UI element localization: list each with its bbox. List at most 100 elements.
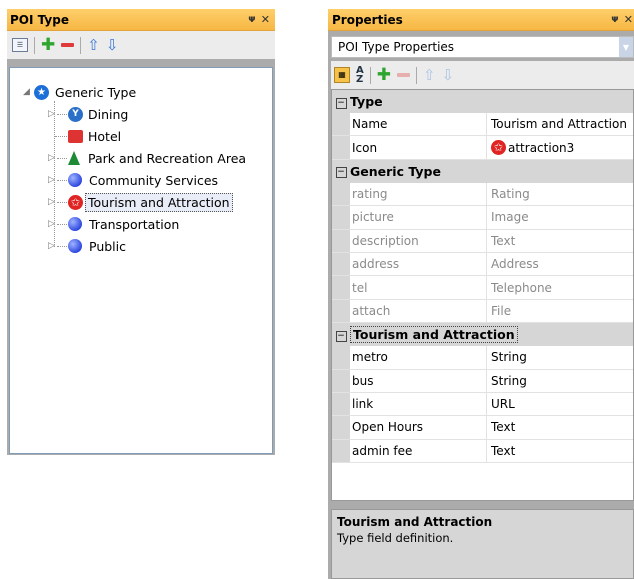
collapse-icon[interactable]: − — [332, 328, 350, 342]
description-text: Type field definition. — [337, 531, 454, 545]
tree-node-transportation[interactable]: Transportation — [68, 214, 181, 234]
expand-arrow-icon[interactable]: ▷ — [48, 109, 55, 119]
property-value[interactable]: URL — [487, 393, 633, 415]
tree-guide-line — [57, 114, 67, 115]
tree-node-tourism[interactable]: ✩ Tourism and Attraction — [68, 192, 233, 212]
tree-node-label: Generic Type — [55, 84, 137, 100]
poi-type-title: POI Type — [10, 12, 69, 27]
property-value-icon[interactable]: ✩ attraction3 — [487, 136, 633, 158]
category-title: Generic Type — [350, 163, 441, 179]
property-row[interactable]: Icon ✩ attraction3 — [332, 136, 633, 160]
property-row[interactable]: description Text — [332, 229, 633, 253]
description-pane: Tourism and Attraction Type field defini… — [331, 509, 634, 579]
pin-icon[interactable]: ᴪ — [248, 14, 256, 25]
tree-guide-line — [55, 136, 67, 137]
tree-guide-line — [57, 246, 67, 247]
sort-alphabetical-icon[interactable]: AZ — [356, 66, 364, 85]
category-type[interactable]: − Type — [332, 90, 633, 113]
property-value[interactable]: Tourism and Attraction — [487, 113, 633, 135]
object-selector-dropdown[interactable]: POI Type Properties ▼ — [331, 36, 634, 58]
property-value[interactable]: Text — [487, 230, 633, 252]
property-row[interactable]: address Address — [332, 252, 633, 277]
tree-node-hotel[interactable]: Hotel — [68, 126, 123, 146]
property-value[interactable]: Rating — [487, 183, 633, 205]
toolbar-separator — [34, 36, 35, 54]
property-row[interactable]: link URL — [332, 392, 633, 417]
property-value[interactable]: Text — [487, 440, 633, 462]
tree-node-park[interactable]: Park and Recreation Area — [68, 148, 248, 168]
property-row[interactable]: bus String — [332, 369, 633, 393]
property-row[interactable]: rating Rating — [332, 182, 633, 207]
close-icon[interactable]: ✕ — [624, 13, 633, 26]
categorized-view-icon[interactable]: ▦ — [334, 67, 350, 83]
properties-title: Properties — [332, 12, 403, 27]
property-value[interactable]: String — [487, 346, 633, 368]
collapse-icon[interactable]: − — [332, 95, 350, 109]
remove-icon[interactable] — [397, 73, 410, 77]
tree-guide-line — [57, 224, 67, 225]
hotel-icon — [68, 129, 83, 143]
blue-star-icon: ★ — [34, 84, 49, 100]
tree-node-dining[interactable]: Y Dining — [68, 104, 130, 124]
properties-list-icon[interactable]: ☰ — [12, 38, 28, 52]
property-name: description — [350, 229, 487, 252]
expand-arrow-icon[interactable]: ▷ — [48, 241, 55, 251]
pin-icon[interactable]: ᴪ — [611, 14, 619, 25]
properties-toolbar: ▦ AZ ✚ ⇧ ⇩ — [331, 61, 634, 89]
category-tourism-and-attraction[interactable]: − Tourism and Attraction — [332, 323, 633, 347]
collapse-arrow-icon[interactable]: ◢ — [23, 87, 30, 97]
property-value[interactable]: Text — [487, 416, 633, 438]
dining-icon: Y — [68, 106, 83, 122]
property-value[interactable]: Image — [487, 206, 633, 228]
move-down-icon[interactable]: ⇩ — [106, 36, 119, 54]
property-value[interactable]: File — [487, 300, 633, 322]
property-row[interactable]: tel Telephone — [332, 276, 633, 300]
tree-node-community-services[interactable]: Community Services — [68, 170, 220, 190]
toolbar-separator — [369, 66, 371, 84]
property-name: picture — [350, 206, 487, 229]
tree-node-label-selected: Tourism and Attraction — [85, 192, 233, 212]
property-name: Open Hours — [350, 416, 487, 439]
tree-icon — [68, 151, 80, 165]
move-down-icon[interactable]: ⇩ — [442, 66, 455, 84]
property-row[interactable]: attach File — [332, 299, 633, 324]
property-value[interactable]: Address — [487, 253, 633, 275]
property-name: Name — [350, 113, 487, 136]
blue-ball-icon — [68, 217, 82, 231]
property-row[interactable]: metro String — [332, 346, 633, 370]
property-row[interactable]: picture Image — [332, 206, 633, 230]
icon-value-text: attraction3 — [508, 140, 575, 155]
remove-icon[interactable] — [61, 43, 75, 47]
expand-arrow-icon[interactable]: ▷ — [48, 219, 55, 229]
move-up-icon[interactable]: ⇧ — [87, 36, 100, 54]
expand-arrow-icon[interactable]: ▷ — [48, 153, 55, 163]
property-value[interactable]: Telephone — [487, 276, 633, 298]
property-name: metro — [350, 346, 487, 369]
tree-node-generic-type[interactable]: ★ Generic Type — [34, 82, 138, 102]
chevron-down-icon[interactable]: ▼ — [619, 37, 633, 57]
property-row[interactable]: Name Tourism and Attraction — [332, 113, 633, 137]
property-grid: − Type Name Tourism and Attraction Icon … — [331, 89, 634, 501]
toolbar-separator — [80, 36, 82, 54]
category-generic-type[interactable]: − Generic Type — [332, 159, 633, 183]
property-row[interactable]: admin fee Text — [332, 439, 633, 464]
close-icon[interactable]: ✕ — [261, 13, 270, 26]
collapse-icon[interactable]: − — [332, 164, 350, 179]
tree-node-label: Public — [89, 238, 126, 254]
property-name: attach — [350, 299, 487, 323]
expand-arrow-icon[interactable]: ▷ — [48, 197, 55, 207]
add-icon[interactable]: ✚ — [41, 37, 55, 54]
property-name: link — [350, 392, 487, 416]
property-row[interactable]: Open Hours Text — [332, 416, 633, 440]
move-up-icon[interactable]: ⇧ — [423, 66, 436, 84]
poi-type-tree: ◢ ★ Generic Type ▷ Y Dining Hotel ▷ Park… — [9, 67, 273, 454]
poi-type-header: POI Type ᴪ ✕ — [7, 9, 275, 31]
property-name: Icon — [350, 136, 487, 159]
description-title: Tourism and Attraction — [337, 515, 493, 529]
expand-arrow-icon[interactable]: ▷ — [48, 175, 55, 185]
property-value[interactable]: String — [487, 370, 633, 392]
tree-node-public[interactable]: Public — [68, 236, 128, 256]
tree-node-label: Dining — [88, 106, 129, 122]
add-icon[interactable]: ✚ — [377, 67, 391, 84]
category-title: Type — [350, 94, 383, 109]
